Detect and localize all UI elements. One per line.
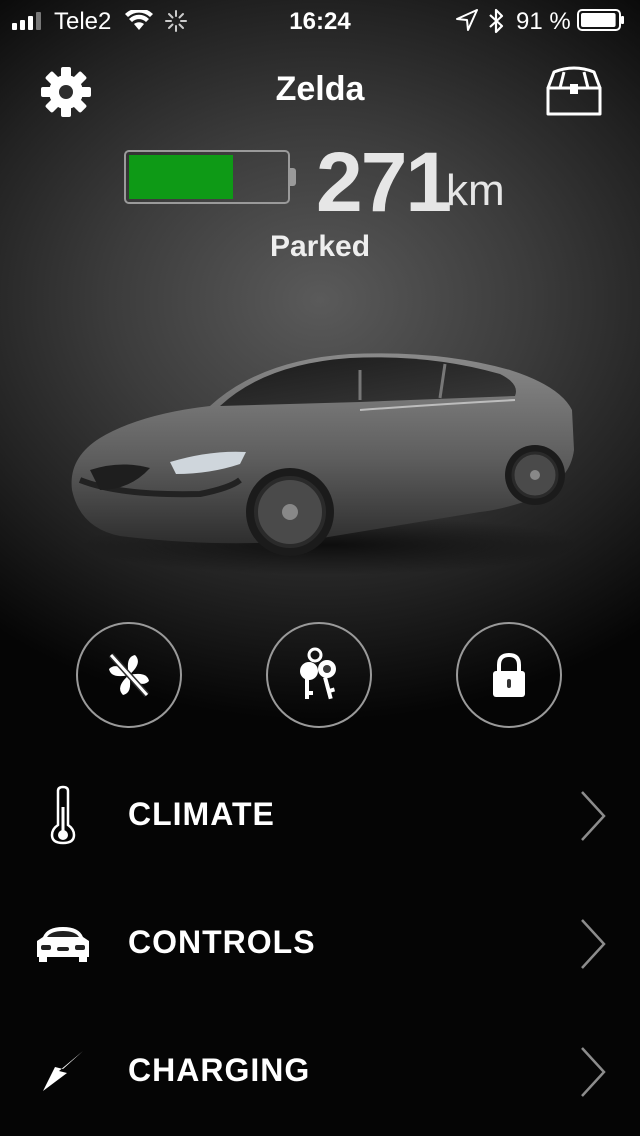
lock-quick-button[interactable] [456,622,562,728]
range-unit: km [446,166,505,215]
battery-percent: 91 % [516,8,571,35]
range-value: 271 [316,135,452,229]
battery-terminal [290,168,296,186]
car-front-icon [30,910,96,976]
battery-level-fill [129,155,234,199]
menu-item-label: CHARGING [128,1052,311,1088]
chevron-right-icon [581,791,606,841]
battery-level-indicator [124,150,290,204]
menu-item-label: CLIMATE [128,796,275,832]
status-bar: Tele2 16:24 91 % [0,0,640,44]
menu-item-controls[interactable]: CONTROLS [0,888,640,998]
menu-item-climate[interactable]: CLIMATE [0,760,640,870]
bluetooth-icon [489,8,504,34]
fan-off-icon [108,652,150,698]
menu-item-charging[interactable]: CHARGING [0,1016,640,1126]
vehicle-state: Parked [269,230,371,263]
chevron-right-icon [581,1047,606,1097]
menu-item-label: CONTROLS [128,924,316,960]
lock-icon [493,652,525,697]
chevron-right-icon [581,919,606,969]
lightning-icon [30,1038,96,1104]
treasure-chest-icon[interactable] [544,66,604,120]
car-icon [71,353,580,575]
climate-quick-button[interactable] [76,622,182,728]
battery-icon [577,9,624,31]
location-icon [456,9,478,31]
thermometer-icon [30,782,96,848]
keys-icon [300,647,336,700]
keys-quick-button[interactable] [266,622,372,728]
